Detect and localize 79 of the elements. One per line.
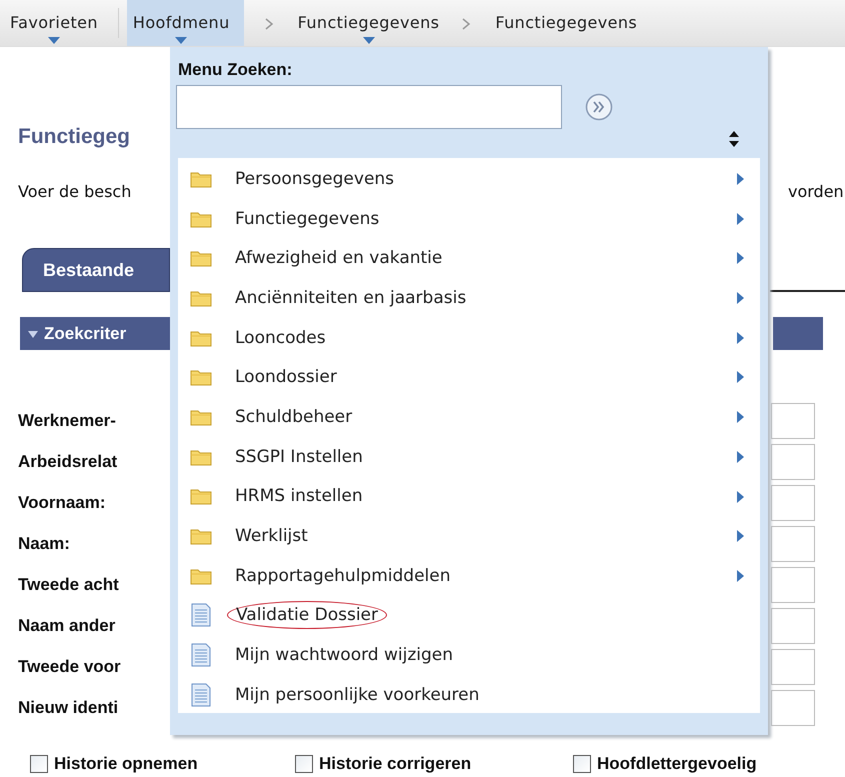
field-label: Tweede acht (17, 574, 120, 594)
folder-icon (190, 408, 212, 426)
instruction-text: Voer de besch (17, 182, 132, 200)
submenu-arrow-icon (737, 530, 744, 542)
menu-item[interactable]: SSGPI Instellen (178, 436, 760, 476)
field-label: Naam: (17, 534, 71, 554)
folder-icon (190, 527, 212, 546)
document-icon (190, 682, 212, 707)
search-field[interactable] (176, 85, 562, 129)
input-field[interactable] (771, 526, 815, 562)
nav-menu-item[interactable]: Favorieten (8, 0, 100, 46)
instruction-text: vorden (787, 182, 845, 200)
search-button[interactable] (585, 93, 613, 121)
menu-item[interactable]: Validatie Dossier (178, 596, 760, 636)
menu-item[interactable]: Schuldbeheer (178, 397, 760, 437)
chevron-icon (264, 18, 274, 30)
chevron-icon (461, 18, 472, 30)
folder-icon (190, 328, 212, 347)
input-field[interactable] (771, 566, 815, 602)
menu-item[interactable]: Persoonsgegevens (178, 159, 760, 199)
field-label: Voornaam: (17, 492, 107, 512)
submenu-arrow-icon (737, 411, 744, 424)
section-header-bar (773, 317, 823, 350)
submenu-arrow-icon (737, 450, 744, 463)
field-label: Naam ander (17, 616, 116, 636)
document-icon (190, 603, 212, 628)
folder-icon (190, 368, 212, 386)
input-field[interactable] (771, 690, 815, 726)
checkbox[interactable] (295, 755, 313, 773)
field-label: Nieuw identi (17, 698, 120, 718)
folder-icon (190, 170, 212, 188)
menu-item[interactable]: Looncodes (178, 318, 760, 358)
folder-icon (190, 288, 212, 307)
section-header[interactable]: Zoekcriter (20, 317, 170, 350)
triangle-down-icon (28, 328, 38, 338)
folder-icon (190, 249, 212, 268)
folder-icon (190, 566, 212, 585)
sort-icon (729, 131, 739, 147)
nav-menu-item[interactable]: Functiegegevens (296, 0, 442, 46)
submenu-arrow-icon (737, 212, 744, 225)
checkbox[interactable] (30, 755, 48, 773)
forward-icon (585, 93, 613, 121)
submenu-arrow-icon (737, 490, 744, 502)
submenu-arrow-icon (737, 173, 744, 185)
checkbox-label: Historie corrigeren (319, 754, 472, 774)
nav-menu-item[interactable]: Functiegegevens (493, 0, 640, 46)
field-label: Arbeidsrelat (17, 452, 118, 472)
checkbox-label: Historie opnemen (54, 754, 198, 774)
menu-item[interactable]: Werklijst (178, 516, 760, 556)
document-icon (190, 643, 212, 668)
input-field[interactable] (771, 402, 815, 438)
checkbox[interactable] (573, 755, 591, 773)
menu-item[interactable]: Mijn persoonlijke voorkeuren (178, 674, 760, 715)
page-title: Functiegeg (17, 125, 132, 149)
menu-item[interactable]: Mijn wachtwoord wijzigen (178, 635, 760, 675)
menu-item[interactable]: Anciënniteiten en jaarbasis (178, 278, 760, 318)
field-label: Werknemer- (17, 410, 117, 430)
menu-item[interactable]: HRMS instellen (178, 476, 760, 516)
submenu-arrow-icon (737, 252, 744, 264)
menu-item[interactable]: Afwezigheid en vakantie (178, 238, 760, 278)
submenu-arrow-icon (737, 292, 744, 304)
input-field[interactable] (771, 608, 815, 644)
menu-item[interactable]: Functiegegevens (178, 198, 760, 238)
input-field[interactable] (771, 444, 815, 480)
menu-item[interactable]: Loondossier (178, 357, 760, 398)
input-field[interactable] (771, 484, 815, 520)
folder-icon (190, 448, 212, 466)
submenu-arrow-icon (737, 371, 744, 384)
submenu-arrow-icon (737, 570, 744, 582)
folder-icon (190, 210, 212, 228)
submenu-arrow-icon (737, 332, 744, 344)
input-field[interactable] (771, 648, 815, 684)
search-label: Menu Zoeken: (178, 59, 294, 81)
menu-item[interactable]: Rapportagehulpmiddelen (178, 556, 760, 596)
folder-icon (190, 487, 212, 506)
tab[interactable]: Bestaande (22, 248, 170, 292)
field-label: Tweede voor (17, 656, 122, 676)
nav-menu-item[interactable]: Hoofdmenu (126, 0, 244, 46)
checkbox-label: Hoofdlettergevoelig (597, 754, 757, 774)
